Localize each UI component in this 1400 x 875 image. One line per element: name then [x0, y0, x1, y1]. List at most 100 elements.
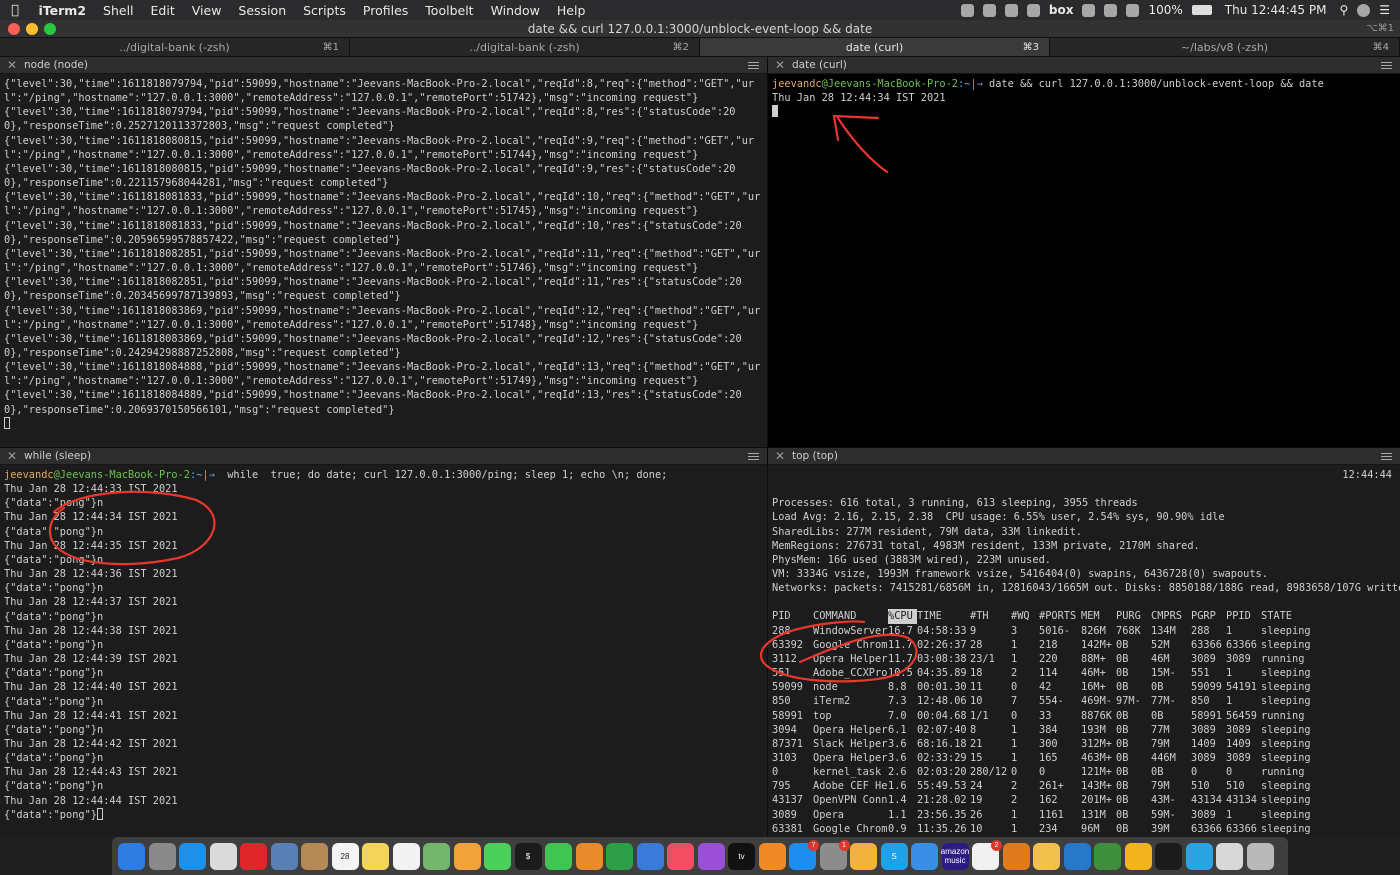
calendar-icon[interactable]: 28 [331, 842, 359, 870]
close-pane-icon[interactable]: ✕ [7, 57, 17, 74]
tab-4[interactable]: ~/labs/v8 (-zsh) ⌘4 [1050, 38, 1400, 56]
process-cell: 469M- [1081, 695, 1112, 708]
process-cell: 0B [1116, 652, 1129, 665]
tab-3[interactable]: date (curl) ⌘3 [700, 38, 1050, 56]
process-cell: 04:58:33 [917, 624, 967, 637]
opera-icon[interactable] [240, 842, 267, 870]
mongodb-icon[interactable] [1094, 842, 1121, 870]
bluetooth-status-icon[interactable] [1104, 3, 1118, 17]
keynote-icon[interactable] [575, 842, 603, 870]
photos-icon[interactable] [453, 842, 481, 870]
github-status-icon[interactable] [982, 3, 996, 17]
contacts-icon[interactable] [301, 842, 328, 870]
malwarebytes-status-icon[interactable] [1082, 3, 1096, 17]
close-pane-icon[interactable]: ✕ [7, 448, 17, 465]
vscode-icon[interactable] [1063, 842, 1091, 870]
menu-edit[interactable]: Edit [142, 3, 183, 18]
curl-pane[interactable]: ✕ date (curl) jeevandc@Jeevans-MacBook-P… [768, 57, 1400, 447]
finder-icon[interactable] [118, 842, 145, 870]
pane-menu-icon[interactable] [1381, 453, 1392, 460]
wifi-icon[interactable] [1126, 3, 1140, 17]
menubar-clock[interactable]: Thu 12:44:45 PM [1225, 3, 1327, 17]
control-center-icon[interactable]: ☰ [1379, 3, 1390, 17]
tableplus-icon[interactable] [1033, 842, 1060, 870]
spotlight-icon[interactable]: ⚲ [1339, 3, 1348, 17]
zoom-window-button[interactable] [44, 23, 56, 35]
vpn-status-icon[interactable] [1026, 3, 1040, 17]
process-row: 43137 OpenVPN Conn 1.4 21:28.02 19 2 162 201M+ 0… [772, 793, 1396, 807]
trash-icon[interactable] [1246, 842, 1274, 870]
minimize-window-button[interactable] [26, 23, 38, 35]
process-cell: 3.6 [888, 751, 907, 764]
podcasts-icon[interactable] [697, 842, 725, 870]
column-header: PGRP [1191, 610, 1216, 623]
telegram-icon[interactable] [1185, 842, 1213, 870]
loop-line: {"data":"pong"}n [4, 497, 104, 510]
facetime-icon[interactable] [545, 842, 572, 870]
process-cell: 1 [1011, 737, 1018, 750]
dock-icon-label: amazon music [940, 847, 970, 865]
messages-icon[interactable] [484, 842, 511, 870]
appstore-icon[interactable]: 7 [789, 839, 819, 870]
process-cell: 11.7 [888, 638, 913, 651]
keynote-presenter-icon[interactable] [636, 842, 664, 870]
skype-icon[interactable]: S [880, 842, 908, 870]
app-menu[interactable]: iTerm2 [30, 3, 95, 18]
slack-icon[interactable]: 2 [972, 839, 1002, 870]
close-window-button[interactable] [8, 23, 20, 35]
apple-menu-icon[interactable]:  [0, 3, 30, 18]
tab-1[interactable]: ../digital-bank (-zsh) ⌘1 [0, 38, 350, 56]
pages-icon[interactable] [850, 842, 877, 870]
menu-scripts[interactable]: Scripts [295, 3, 355, 18]
music-icon[interactable] [667, 842, 694, 870]
notes-icon[interactable] [362, 842, 389, 870]
safari-icon[interactable] [179, 842, 206, 870]
menu-shell[interactable]: Shell [95, 3, 143, 18]
books-icon[interactable] [758, 842, 786, 870]
chrome-canary-icon[interactable] [1124, 842, 1152, 870]
numbers-icon[interactable] [606, 842, 633, 870]
menu-profiles[interactable]: Profiles [354, 3, 416, 18]
launchpad-icon[interactable] [148, 842, 176, 870]
loop-pane[interactable]: ✕ while (sleep) jeevandc@Jeevans-MacBook… [0, 448, 767, 837]
process-cell: 19 [970, 794, 983, 807]
pane-menu-icon[interactable] [748, 62, 759, 69]
chrome-icon[interactable] [209, 842, 237, 870]
menu-session[interactable]: Session [230, 3, 295, 18]
process-cell: 850 [772, 695, 791, 708]
top-pane[interactable]: ✕ top (top) 12:44:44 Processes: 616 tota… [768, 448, 1400, 837]
spark-icon[interactable] [911, 842, 938, 870]
process-cell: 0 [1226, 766, 1233, 779]
menu-help[interactable]: Help [548, 3, 594, 18]
vpn-icon[interactable] [1002, 842, 1030, 870]
menu-toolbelt[interactable]: Toolbelt [417, 3, 482, 18]
battery-icon[interactable] [1191, 5, 1212, 15]
migration-icon[interactable] [270, 842, 298, 870]
tab-2[interactable]: ../digital-bank (-zsh) ⌘2 [350, 38, 700, 56]
activity-monitor-icon[interactable] [1155, 842, 1182, 870]
appletv-icon[interactable]: tv [728, 842, 755, 870]
reminders-icon[interactable] [392, 842, 420, 870]
process-row: 3112 Opera Helper 11.7 03:08:38 23/1 1 220 88M+… [772, 652, 1396, 666]
box-status-label[interactable]: box [1049, 3, 1074, 17]
process-cell: 2 [1011, 780, 1018, 793]
process-cell: sleeping [1261, 681, 1311, 694]
terminal-icon[interactable]: $ [514, 842, 542, 870]
downloads-icon[interactable] [1216, 842, 1243, 870]
menu-view[interactable]: View [183, 3, 230, 18]
process-cell: 1 [1011, 808, 1018, 821]
maps-icon[interactable] [423, 842, 450, 870]
close-pane-icon[interactable]: ✕ [775, 57, 785, 74]
menu-window[interactable]: Window [482, 3, 548, 18]
system-preferences-icon[interactable]: 1 [819, 839, 850, 870]
close-pane-icon[interactable]: ✕ [775, 448, 785, 465]
telegram-status-icon[interactable] [960, 3, 974, 17]
amazon-music-icon[interactable]: amazon music [940, 842, 970, 870]
node-pane[interactable]: ✕ node (node) {"level":30,"time":1611818… [0, 57, 767, 447]
pane-menu-icon[interactable] [1381, 62, 1392, 69]
horizontal-split-divider[interactable] [0, 447, 1400, 448]
battery-percent[interactable]: 100% [1148, 3, 1182, 17]
pane-menu-icon[interactable] [748, 453, 759, 460]
creative-cloud-status-icon[interactable] [1004, 3, 1018, 17]
siri-icon[interactable] [1357, 3, 1371, 17]
